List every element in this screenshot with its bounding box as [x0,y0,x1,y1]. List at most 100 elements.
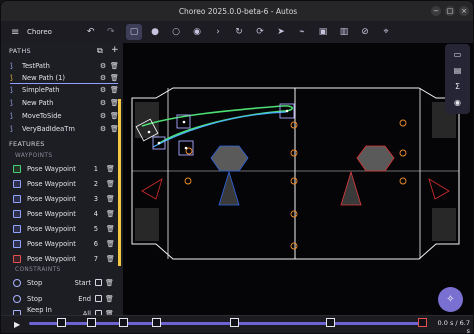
path-icon: ⟆ [10,112,13,120]
toolbar-empty-waypoint-icon[interactable]: ○ [168,24,184,40]
toolbar-point-at-icon[interactable]: ➤ [273,24,289,40]
choreo-window: Choreo 2025.0.0-beta-6 - Autos − □ × ≡ C… [0,0,474,334]
timeline-waypoint-marker[interactable] [87,318,96,327]
timeline-waypoint-marker[interactable] [119,318,128,327]
waypoint-dot[interactable] [147,130,151,134]
waypoint-row[interactable]: Pose Waypoint 2 🗑 [13,177,115,190]
toolbar-event-marker-icon[interactable]: ⌖ [378,24,394,40]
toolbar-max-velocity-icon[interactable]: › [210,24,226,40]
constraints-header: CONSTRAINTS [15,267,61,273]
paths-header: PATHS [9,47,31,55]
path-row[interactable]: ⟆ TestPath ⚙ 🗑 [10,60,119,72]
field-canvas[interactable] [123,43,474,315]
pose-waypoint-icon [13,164,21,173]
trash-icon[interactable]: 🗑 [110,125,119,133]
waypoint-dot[interactable] [157,141,161,145]
time-readout: 0.0 s / 6.7 s [437,319,470,334]
trash-icon[interactable]: 🗑 [106,240,115,248]
waypoint-label: Pose Waypoint [27,179,76,188]
constraint-row[interactable]: Stop End 🗑 [13,292,114,305]
path-row[interactable]: ⟆ VeryBadIdeaTm ⚙ 🗑 [10,123,119,135]
trash-icon[interactable]: 🗑 [106,180,115,188]
trash-icon[interactable]: 🗑 [106,225,115,233]
toolbar-pose-waypoint-icon[interactable]: ▢ [126,24,142,40]
path-icon: ⟆ [10,86,13,94]
toolbar-obstacle-icon[interactable]: ⊘ [357,24,373,40]
path-row[interactable]: ⟆ MoveToSide ⚙ 🗑 [10,110,119,122]
constraint-label: Stop [27,294,43,303]
maximize-button[interactable]: □ [445,6,455,16]
trash-icon[interactable]: 🗑 [106,195,115,203]
toolbar-max-angular-icon[interactable]: ↻ [231,24,247,40]
gear-icon[interactable]: ⚙ [99,99,107,107]
timeline-waypoint-marker[interactable] [326,318,335,327]
variables-icon[interactable]: Σ [452,81,463,92]
waypoint-label: Pose Waypoint [27,254,76,263]
toolbar-keep-in-rect-icon[interactable]: ▣ [315,24,331,40]
trash-icon[interactable]: 🗑 [106,210,115,218]
timeline-bar: ▶ 0.0 s / 6.7 s [1,315,473,334]
stop-icon [13,294,21,303]
app-name: Choreo [27,28,52,36]
trash-icon[interactable]: 🗑 [110,62,119,70]
gear-icon[interactable]: ⚙ [99,86,107,94]
field-layer-icon[interactable]: ▭ [452,49,463,60]
trash-icon[interactable]: 🗑 [110,86,119,94]
path-row[interactable]: ⟆ SimplePath ⚙ 🗑 [10,84,119,96]
trash-icon[interactable]: 🗑 [105,295,114,303]
menu-icon[interactable]: ≡ [11,27,21,38]
pose-waypoint-icon [13,239,21,248]
timeline-waypoint-marker[interactable] [57,318,66,327]
waypoint-dot[interactable] [285,109,289,113]
waypoint-row[interactable]: Pose Waypoint 4 🗑 [13,207,115,220]
visibility-icon[interactable]: ◉ [452,97,463,108]
toolbar-translation-waypoint-icon[interactable]: ● [147,24,163,40]
trash-icon[interactable]: 🗑 [105,279,114,287]
timeline-waypoint-marker[interactable] [152,318,161,327]
gear-icon[interactable]: ⚙ [99,74,107,82]
waypoint-row[interactable]: Pose Waypoint 7 🗑 [13,252,115,265]
pose-waypoint-icon [13,179,21,188]
trash-icon[interactable]: 🗑 [110,112,119,120]
duplicate-path-icon[interactable]: ⧉ [97,46,103,56]
waypoint-row[interactable]: Pose Waypoint 1 🗑 [13,162,115,175]
redo-icon[interactable]: ↷ [107,27,121,37]
trash-icon[interactable]: 🗑 [110,99,119,107]
waypoint-row[interactable]: Pose Waypoint 3 🗑 [13,192,115,205]
gear-icon[interactable]: ⚙ [99,125,107,133]
waypoint-dot[interactable] [182,120,186,124]
generate-path-button[interactable]: ✧ [438,287,463,312]
path-row[interactable]: ⟆ New Path ⚙ 🗑 [10,97,119,109]
waypoint-dot[interactable] [184,146,188,150]
waypoint-row[interactable]: Pose Waypoint 6 🗑 [13,237,115,250]
toolbar-rotation-icon[interactable]: ⟳ [252,24,268,40]
waypoint-row[interactable]: Pose Waypoint 5 🗑 [13,222,115,235]
generate-icon: ✧ [446,294,455,305]
constraint-checkbox[interactable] [95,295,102,302]
field-background [123,43,473,315]
toolbar-max-acceleration-icon[interactable]: ⌁ [294,24,310,40]
path-name: SimplePath [22,86,60,94]
trash-icon[interactable]: 🗑 [110,74,119,82]
field-drawing[interactable] [123,43,474,315]
undo-icon[interactable]: ↶ [87,27,101,37]
stop-icon [13,278,21,287]
play-icon[interactable]: ▶ [14,320,24,330]
waypoints-scroll-indicator[interactable] [118,150,121,266]
trash-icon[interactable]: 🗑 [106,255,115,263]
toolbar-stop-point-icon[interactable]: ◉ [189,24,205,40]
add-path-icon[interactable]: + [111,45,119,55]
gear-icon[interactable]: ⚙ [99,112,107,120]
minimize-button[interactable]: − [431,6,441,16]
grid-layer-icon[interactable]: ▤ [452,65,463,76]
constraint-row[interactable]: Stop Start 🗑 [13,276,114,289]
trash-icon[interactable]: 🗑 [106,165,115,173]
gear-icon[interactable]: ⚙ [99,62,107,70]
constraint-checkbox[interactable] [95,279,102,286]
toolbar-keep-in-circle-icon[interactable]: ▥ [336,24,352,40]
path-row-selected[interactable]: ⟆ New Path (1) ⚙ 🗑 [10,72,119,84]
timeline-end-marker[interactable] [418,318,427,327]
path-icon: ⟆ [10,73,13,82]
close-button[interactable]: × [459,6,469,16]
timeline-waypoint-marker[interactable] [230,318,239,327]
